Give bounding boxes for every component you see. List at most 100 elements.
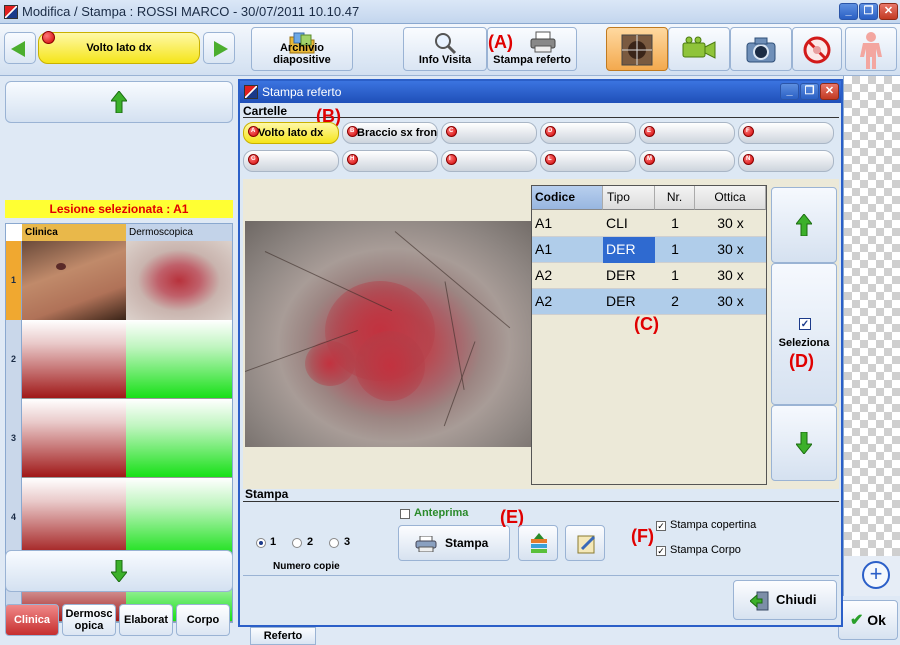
clinical-empty-slot[interactable]: [22, 478, 126, 557]
table-row[interactable]: A2 DER 2 30 x: [532, 289, 766, 315]
folder-tab-f[interactable]: F: [738, 122, 834, 144]
clinical-empty-slot[interactable]: [22, 399, 126, 478]
arrow-down-icon: [796, 432, 812, 454]
print-cover-checkbox[interactable]: ✓: [656, 521, 666, 531]
print-button[interactable]: Stampa: [398, 525, 510, 561]
annotation-a: (A): [488, 32, 513, 52]
arrow-left-icon: [11, 41, 25, 57]
info-visit-button[interactable]: Info Visita: [403, 27, 487, 71]
dialog-minimize-button[interactable]: _: [780, 83, 799, 100]
folder-tab-m[interactable]: M: [639, 150, 735, 172]
copies-radio-2[interactable]: [292, 538, 302, 548]
lesion-spot: [56, 263, 66, 270]
folder-tab-label: Braccio sx frontal: [357, 127, 438, 139]
next-folder-button[interactable]: [203, 32, 235, 64]
copies-radio-1[interactable]: [256, 538, 266, 548]
dermoscopy-view-button[interactable]: [606, 27, 668, 71]
folder-tab-a[interactable]: A Volto lato dx: [243, 122, 339, 144]
close-button[interactable]: ✕: [879, 3, 898, 20]
lesion-grid-icon: [621, 34, 653, 66]
main-toolbar: Volto lato dx Archivio diapositive Info …: [0, 24, 900, 76]
magnifier-icon: [435, 33, 457, 55]
select-button[interactable]: ✓ Seleziona: [771, 263, 837, 405]
table-row[interactable]: A1 DER 1 30 x: [532, 237, 766, 263]
column-number[interactable]: Nr.: [655, 186, 695, 210]
background-report-tab[interactable]: Referto: [250, 627, 316, 645]
tab-body[interactable]: Corpo: [176, 604, 230, 636]
folder-tab-g[interactable]: G: [243, 150, 339, 172]
cell-type: DER: [606, 267, 636, 283]
cell-optics: 30 x: [717, 267, 744, 283]
table-row[interactable]: A2 DER 1 30 x: [532, 263, 766, 289]
preview-checkbox[interactable]: [400, 509, 410, 519]
folder-tab-e[interactable]: E: [639, 122, 735, 144]
camera-icon: [746, 37, 776, 63]
row-index[interactable]: 4: [6, 478, 22, 557]
folder-tab-d[interactable]: D: [540, 122, 636, 144]
no-flash-button[interactable]: [792, 27, 842, 71]
print-label: Stampa: [445, 536, 489, 550]
cell-number: 1: [671, 241, 679, 257]
copies-radio-3[interactable]: [329, 538, 339, 548]
window-title: Modifica / Stampa : ROSSI MARCO - 30/07/…: [22, 4, 360, 19]
image-list-table: Codice Tipo Nr. Ottica A1 CLI 1 30 x A1 …: [531, 185, 767, 485]
minimize-button[interactable]: _: [839, 3, 858, 20]
row-index[interactable]: 3: [6, 399, 22, 478]
video-button[interactable]: [668, 27, 730, 71]
archive-button[interactable]: Archivio diapositive: [251, 27, 353, 71]
table-row[interactable]: A1 CLI 1 30 x: [532, 211, 766, 237]
dialog-title: Stampa referto: [262, 85, 342, 99]
column-dermoscopic: Dermoscopica: [126, 224, 232, 241]
exit-door-icon: [750, 591, 769, 611]
cell-code: A2: [535, 267, 553, 283]
dermoscopic-empty-slot[interactable]: [126, 478, 232, 557]
scroll-down-button[interactable]: [5, 550, 233, 592]
folder-tab-c[interactable]: C: [441, 122, 537, 144]
cell-type: DER: [606, 293, 636, 309]
app-logo-icon: [4, 5, 18, 19]
folder-tab-b[interactable]: B Braccio sx frontal: [342, 122, 438, 144]
dialog-maximize-button[interactable]: ❐: [800, 83, 819, 100]
tab-dermoscopic[interactable]: Dermosc opica: [62, 604, 116, 636]
folder-tab-l[interactable]: L: [540, 150, 636, 172]
folder-tab-h[interactable]: H: [342, 150, 438, 172]
folder-dot-icon: [446, 154, 457, 165]
print-body-checkbox[interactable]: ✓: [656, 546, 666, 556]
tab-processed[interactable]: Elaborat: [119, 604, 173, 636]
dermoscopic-empty-slot[interactable]: [126, 320, 232, 399]
annotation-f: (F): [631, 526, 654, 546]
export-button[interactable]: [518, 525, 558, 561]
folder-tab-n[interactable]: N: [738, 150, 834, 172]
clinical-empty-slot[interactable]: [22, 320, 126, 399]
dermoscopic-empty-slot[interactable]: [126, 399, 232, 478]
arrow-up-icon: [796, 214, 812, 236]
column-clinical: Clinica: [22, 224, 126, 241]
edit-report-button[interactable]: [565, 525, 605, 561]
folder-tab-i[interactable]: I: [441, 150, 537, 172]
row-index[interactable]: 1: [6, 241, 22, 320]
body-map-button[interactable]: [845, 27, 897, 71]
tab-clinical[interactable]: Clinica: [5, 604, 59, 636]
move-up-button[interactable]: [771, 187, 837, 263]
column-code[interactable]: Codice: [532, 186, 603, 210]
current-folder-pill[interactable]: Volto lato dx: [38, 31, 200, 64]
prev-folder-button[interactable]: [4, 32, 36, 64]
maximize-button[interactable]: ❐: [859, 3, 878, 20]
close-dialog-button[interactable]: Chiudi: [733, 580, 837, 620]
ok-button[interactable]: ✔ Ok: [838, 600, 898, 640]
forbidden-icon: [803, 36, 831, 64]
row-index[interactable]: 2: [6, 320, 22, 399]
zoom-in-icon[interactable]: +: [862, 561, 890, 589]
column-type[interactable]: Tipo: [603, 186, 655, 210]
print-report-dialog: Stampa referto _ ❐ ✕ Cartelle (B) A Volt…: [238, 79, 843, 627]
stack-arrow-icon: [531, 533, 547, 553]
clinical-thumbnail[interactable]: [22, 241, 126, 320]
column-optics[interactable]: Ottica: [695, 186, 766, 210]
scroll-up-button[interactable]: [5, 81, 233, 123]
dialog-close-button[interactable]: ✕: [820, 83, 839, 100]
move-down-button[interactable]: [771, 405, 837, 481]
dermoscopic-thumbnail[interactable]: [126, 241, 232, 320]
copies-option-1: 1: [270, 536, 277, 548]
camera-button[interactable]: [730, 27, 792, 71]
cell-optics: 30 x: [717, 293, 744, 309]
